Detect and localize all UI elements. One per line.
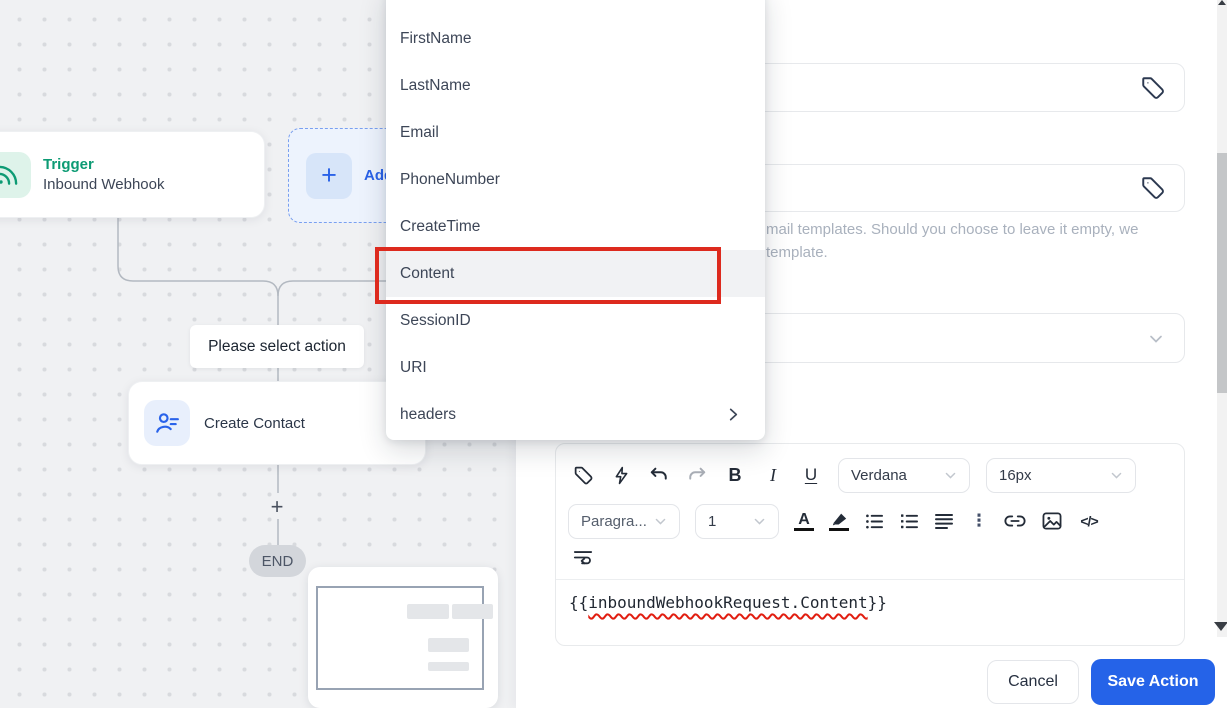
template-variable: inboundWebhookRequest.Content	[588, 593, 868, 612]
menu-item-content[interactable]: Content	[386, 250, 765, 297]
menu-item-headers[interactable]: headers	[386, 391, 765, 438]
link-button[interactable]	[1004, 510, 1026, 532]
trigger-node-text: Trigger Inbound Webhook	[43, 156, 165, 193]
menu-item-lastname[interactable]: LastName	[386, 62, 765, 109]
font-color-button[interactable]: A	[794, 511, 814, 531]
text-wrap-button[interactable]	[572, 546, 594, 568]
chevron-down-icon	[1111, 472, 1122, 479]
helper-text-line2: template.	[766, 244, 828, 261]
save-action-button-label: Save Action	[1107, 673, 1199, 690]
paragraph-style-select[interactable]: Paragra...	[568, 503, 680, 539]
font-size-select[interactable]: 16px	[986, 457, 1136, 493]
vertical-scrollbar[interactable]	[1214, 0, 1227, 637]
list-level-select[interactable]: 1	[695, 503, 779, 539]
menu-item-firstname[interactable]: FirstName	[386, 15, 765, 62]
highlight-marker-button[interactable]	[829, 511, 849, 531]
end-node: END	[249, 545, 306, 577]
font-size-value: 16px	[999, 466, 1032, 484]
preview-placeholder-block	[428, 662, 469, 671]
font-family-value: Verdana	[851, 466, 907, 484]
chevron-down-icon	[1148, 331, 1164, 347]
menu-item-label: Email	[400, 123, 439, 141]
editor-toolbar-row3	[572, 544, 1168, 570]
cancel-button[interactable]: Cancel	[987, 660, 1079, 704]
tag-variable-icon[interactable]	[572, 464, 594, 486]
end-node-label: END	[261, 552, 294, 570]
font-family-select[interactable]: Verdana	[838, 457, 970, 493]
trigger-node-title: Trigger	[43, 156, 94, 173]
menu-item-label: FirstName	[400, 29, 472, 47]
select-action-prompt-label: Please select action	[208, 337, 346, 355]
menu-item-email[interactable]: Email	[386, 109, 765, 156]
paragraph-style-value: Paragra...	[581, 512, 647, 530]
underline-button[interactable]: U	[800, 464, 822, 486]
editor-toolbar-row2: Paragra... 1 A ⋮ </>	[568, 502, 1172, 540]
menu-item-label: CreateTime	[400, 217, 481, 235]
create-contact-label: Create Contact	[204, 414, 305, 432]
helper-text-line1: mail templates. Should you choose to lea…	[766, 221, 1139, 238]
contact-person-icon	[144, 400, 190, 446]
scrollbar-up-arrow-icon[interactable]	[1218, 0, 1226, 5]
tag-variable-icon[interactable]	[1140, 75, 1166, 101]
menu-item-label: URI	[400, 358, 427, 376]
canvas-preview-card[interactable]	[308, 567, 498, 708]
numbered-list-button[interactable]	[899, 511, 919, 531]
chevron-down-icon	[754, 518, 765, 525]
preview-placeholder-block	[452, 604, 493, 619]
menu-item-createtime[interactable]: CreateTime	[386, 203, 765, 250]
webhook-signal-icon	[0, 151, 31, 198]
tag-variable-icon[interactable]	[1140, 175, 1166, 201]
plus-glyph: +	[321, 160, 337, 190]
lightning-icon[interactable]	[610, 464, 632, 486]
menu-item-label: SessionID	[400, 311, 471, 329]
cancel-button-label: Cancel	[1008, 673, 1058, 690]
create-contact-node[interactable]: Create Contact	[128, 381, 426, 465]
variable-dropdown-menu: FirstName LastName Email PhoneNumber Cre…	[386, 0, 765, 440]
save-action-button[interactable]: Save Action	[1091, 659, 1215, 705]
select-action-prompt: Please select action	[190, 325, 364, 368]
chevron-down-icon	[655, 518, 666, 525]
editor-toolbar-row1: B I U Verdana 16px	[572, 456, 1170, 494]
editor-content[interactable]: {{inboundWebhookRequest.Content}}	[556, 580, 1184, 625]
code-view-button[interactable]: </>	[1078, 510, 1100, 532]
trigger-node-subtitle: Inbound Webhook	[43, 176, 165, 193]
menu-item-uri[interactable]: URI	[386, 344, 765, 391]
plus-icon: +	[306, 152, 352, 199]
redo-icon[interactable]	[686, 464, 708, 486]
undo-icon[interactable]	[648, 464, 670, 486]
chevron-right-icon	[729, 408, 738, 421]
chevron-down-icon	[945, 472, 956, 479]
list-level-value: 1	[708, 512, 717, 530]
menu-item-sessionid[interactable]: SessionID	[386, 297, 765, 344]
add-step-plus-button[interactable]: +	[271, 496, 284, 518]
more-options-button[interactable]: ⋮	[969, 511, 989, 531]
add-step-plus-glyph: +	[270, 494, 284, 519]
template-close-braces: }}	[867, 593, 887, 612]
rich-text-editor: B I U Verdana 16px Paragra... 1 A ⋮ </> …	[555, 443, 1185, 646]
trigger-node[interactable]: Trigger Inbound Webhook	[0, 131, 265, 218]
preview-placeholder-block	[428, 638, 469, 652]
italic-button[interactable]: I	[762, 464, 784, 486]
preview-placeholder-block	[407, 604, 449, 619]
menu-item-label: PhoneNumber	[400, 170, 500, 188]
workflow-builder-app: Trigger Inbound Webhook + Add Please sel…	[0, 0, 1227, 708]
template-open-braces: {{	[569, 593, 589, 612]
bold-button[interactable]: B	[724, 464, 746, 486]
image-button[interactable]	[1041, 510, 1063, 532]
menu-item-phonenumber[interactable]: PhoneNumber	[386, 156, 765, 203]
align-button[interactable]	[934, 511, 954, 531]
menu-item-label: LastName	[400, 76, 471, 94]
bullet-list-button[interactable]	[864, 511, 884, 531]
menu-item-label: headers	[400, 405, 457, 423]
scrollbar-thumb[interactable]	[1217, 153, 1227, 393]
menu-item-label: Content	[400, 264, 455, 282]
scrollbar-down-arrow-icon[interactable]	[1214, 622, 1227, 631]
